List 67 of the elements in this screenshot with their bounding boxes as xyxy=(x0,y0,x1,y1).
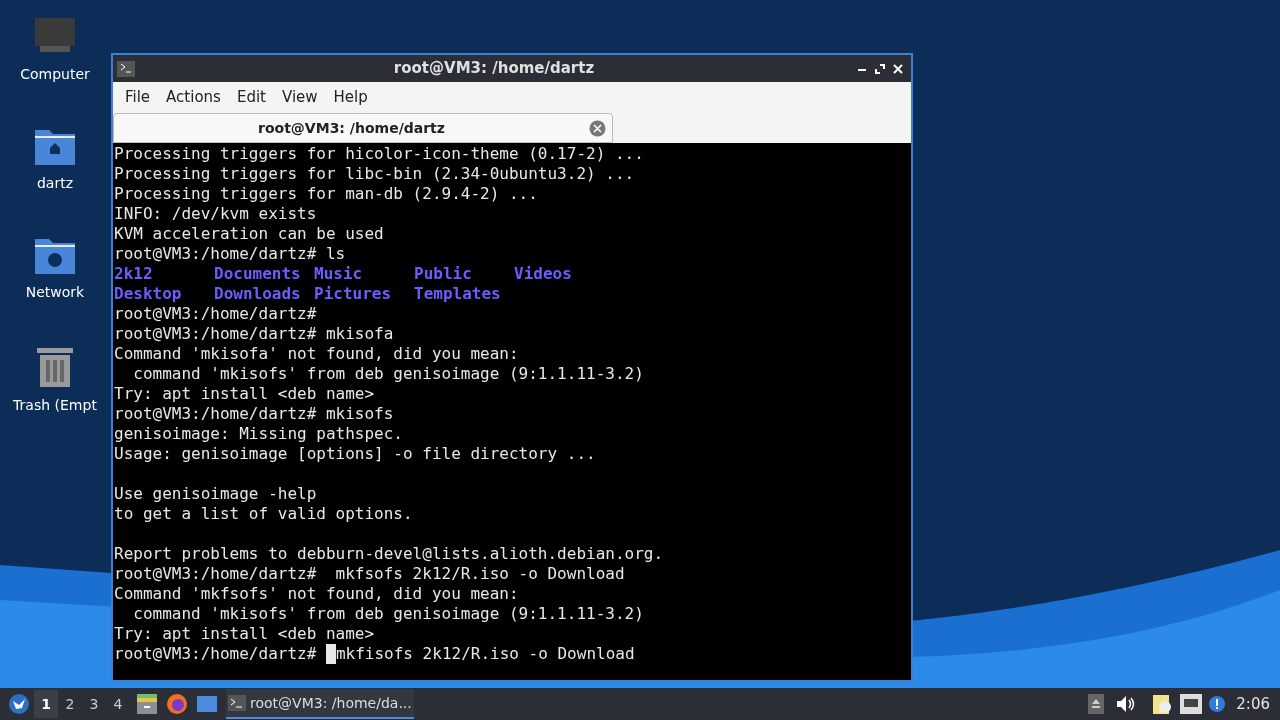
terminal-line: Processing triggers for hicolor-icon-theme (0.17-2) ... xyxy=(114,144,645,164)
browser-icon[interactable] xyxy=(166,693,188,715)
terminal-icon xyxy=(228,695,246,711)
network-icon[interactable] xyxy=(1180,694,1203,714)
terminal-icon xyxy=(117,60,135,77)
terminal-line: Command 'mkfsofs' not found, did you mean: xyxy=(114,584,520,604)
desktop-icon-label[interactable]: dartz xyxy=(36,173,74,194)
directory-name: Downloads xyxy=(214,284,302,304)
trash-icon xyxy=(36,345,74,387)
eject-icon[interactable] xyxy=(1088,694,1105,714)
workspace-button[interactable]: 1 xyxy=(34,690,58,718)
menu-item[interactable]: View xyxy=(277,86,322,109)
directory-name: Templates xyxy=(414,284,502,304)
terminal-line: command 'mkisofs' from deb genisoimage (9:1.1.11-3.2) xyxy=(132,604,645,624)
terminal-line: command 'mkisofs' from deb genisoimage (9:1.1.11-3.2) xyxy=(132,364,645,384)
terminal-line: Use genisoimage -help xyxy=(114,484,318,504)
terminal-line: to get a list of valid options. xyxy=(114,504,414,524)
speaker-icon[interactable] xyxy=(1116,695,1137,713)
menu-item[interactable]: File xyxy=(121,86,155,109)
terminal-line: KVM acceleration can be used xyxy=(114,224,385,244)
window-title: root@VM3: /home/dartz xyxy=(392,58,596,80)
directory-name: Documents xyxy=(214,264,302,284)
menu-item[interactable]: Actions xyxy=(162,86,225,109)
desktop-icon[interactable] xyxy=(196,694,218,714)
terminal-line: mkfisofs 2k12/R.iso -o Download xyxy=(335,644,635,664)
bird-logo-icon[interactable] xyxy=(8,693,30,715)
directory-name: Desktop xyxy=(114,284,183,304)
terminal-line: root@VM3:/home/dartz# mkisofa xyxy=(114,324,395,344)
directory-name: Videos xyxy=(514,264,573,284)
terminal-line: Usage: genisoimage [options] -o file directory ... xyxy=(114,444,597,464)
terminal-line: root@VM3:/home/dartz# ls xyxy=(114,244,347,264)
terminal-line: root@VM3:/home/dartz# xyxy=(114,304,318,324)
menu-item[interactable]: Help xyxy=(329,86,372,109)
close-tab-icon[interactable] xyxy=(589,119,606,137)
notification-icon[interactable] xyxy=(1208,695,1227,713)
workspace-button[interactable]: 2 xyxy=(58,690,82,718)
directory-name: Pictures xyxy=(314,284,393,304)
workspace-button[interactable]: 3 xyxy=(82,690,106,718)
clipboard-icon[interactable] xyxy=(1152,693,1173,715)
desktop-icon-label[interactable]: Computer xyxy=(20,64,90,85)
directory-name: Public xyxy=(414,264,473,284)
terminal-line: root@VM3:/home/dartz# xyxy=(114,644,318,664)
clock[interactable]: 2:06 xyxy=(1236,692,1270,716)
text-cursor xyxy=(325,644,336,664)
menu-item[interactable]: Edit xyxy=(232,86,270,109)
terminal-line: INFO: /dev/kvm exists xyxy=(114,204,318,224)
terminal-tab[interactable]: root@VM3: /home/dartz xyxy=(113,113,613,143)
terminal-line: Try: apt install <deb name> xyxy=(114,384,376,404)
terminal-line: root@VM3:/home/dartz# mkfsofs 2k12/R.iso -o Download xyxy=(114,564,626,584)
maximize-icon[interactable] xyxy=(875,63,885,74)
network-folder-icon xyxy=(34,236,76,274)
terminal-line: root@VM3:/home/dartz# mkisofs xyxy=(114,404,395,424)
directory-name: Music xyxy=(314,264,364,284)
terminal-line: Command 'mkisofa' not found, did you mean: xyxy=(114,344,520,364)
desktop-icon-label[interactable]: Network xyxy=(25,282,85,303)
terminal-line: Report problems to debburn-devel@lists.alioth.debian.org. xyxy=(114,544,665,564)
terminal-line: Processing triggers for libc-bin (2.34-0ubuntu3.2) ... xyxy=(114,164,636,184)
terminal-line: genisoimage: Missing pathspec. xyxy=(114,424,404,444)
directory-name: 2k12 xyxy=(114,264,154,284)
terminal-line: Processing triggers for man-db (2.9.4-2) ... xyxy=(114,184,539,204)
task-button[interactable]: root@VM3: /home/da... xyxy=(226,689,414,719)
terminal-line: Try: apt install <deb name> xyxy=(114,624,376,644)
close-icon[interactable] xyxy=(893,63,903,74)
desktop-icon-label[interactable]: Trash (Empt xyxy=(13,395,97,416)
file-cabinet-icon[interactable] xyxy=(136,693,158,715)
workspace-button[interactable]: 4 xyxy=(106,690,130,718)
home-folder-icon xyxy=(34,127,76,165)
